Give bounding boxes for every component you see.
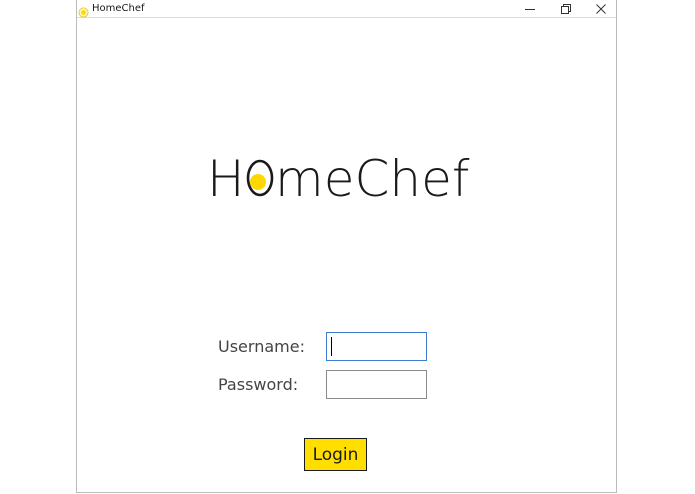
restore-icon [561,3,571,14]
password-input[interactable] [326,370,427,399]
login-button[interactable]: Login [304,438,367,471]
homechef-logo: H meChef [207,150,470,206]
close-icon [596,3,606,14]
minimize-button[interactable] [512,0,548,17]
username-input[interactable] [326,332,427,361]
restore-button[interactable] [548,0,584,17]
username-label: Username: [218,337,305,356]
logo-text-mechef: meChef [275,150,470,206]
password-label: Password: [218,375,299,394]
app-icon [78,3,89,18]
logo-letter-h: H [207,150,245,206]
title-bar[interactable]: HomeChef [77,0,616,18]
egg-icon [246,159,274,197]
app-window: HomeChef H meChef Username: Password: Lo… [76,0,617,493]
text-caret [331,337,332,356]
window-title: HomeChef [92,3,145,14]
minimize-icon [525,8,535,10]
close-button[interactable] [583,0,619,17]
